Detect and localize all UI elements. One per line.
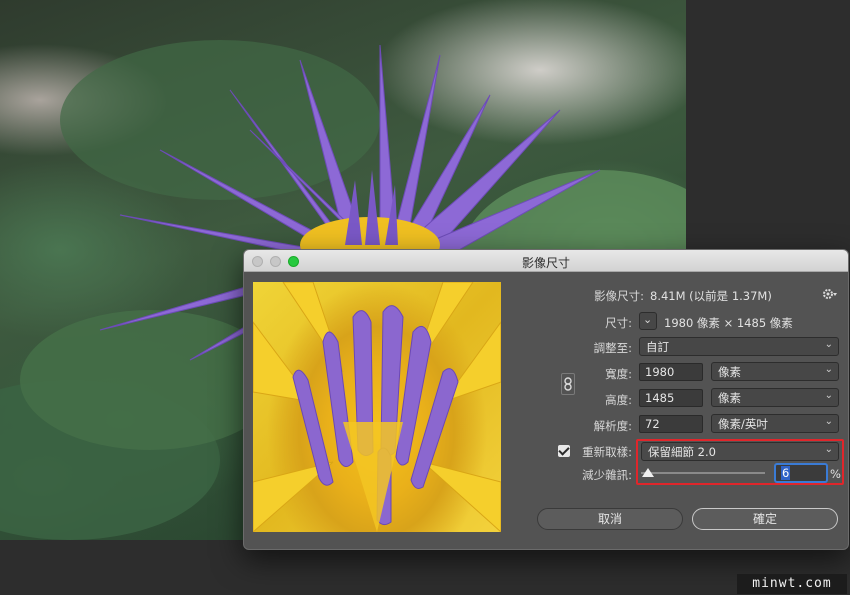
dimensions-value: 1980 像素 × 1485 像素 [664,316,793,330]
chevron-down-icon: ⌄ [824,416,833,427]
width-label: 寬度: [605,367,632,381]
cancel-button[interactable]: 取消 [537,508,683,530]
title-bar: 影像尺寸 [244,250,848,272]
resolution-label: 解析度: [593,419,632,433]
image-size-label: 影像尺寸: [594,289,644,303]
dialog-title: 影像尺寸 [521,256,570,270]
ok-button[interactable]: 確定 [692,508,838,530]
resolution-unit-select[interactable]: 像素/英吋 ⌄ [711,414,839,433]
width-unit-value: 像素 [718,365,741,379]
chevron-down-icon: ⌄ [824,390,833,401]
reduce-noise-label: 減少雜訊: [582,468,632,482]
resolution-unit-value: 像素/英吋 [718,417,768,431]
fit-to-select-value: 自訂 [646,340,669,354]
resample-label: 重新取樣: [582,445,632,459]
fit-to-select[interactable]: 自訂 ⌄ [639,337,839,356]
dimensions-units-toggle[interactable]: ⌄ [639,312,657,330]
gear-icon[interactable] [822,286,838,300]
annotation-highlight-box [636,439,844,485]
chevron-down-icon: ⌄ [643,313,653,326]
height-label: 高度: [605,393,632,407]
width-input[interactable]: 1980 [639,363,703,381]
image-size-value: 8.41M (以前是 1.37M) [650,289,772,303]
image-preview[interactable] [253,282,501,532]
resolution-input[interactable]: 72 [639,415,703,433]
dimensions-label: 尺寸: [605,316,632,330]
height-input[interactable]: 1485 [639,389,703,407]
height-unit-value: 像素 [718,391,741,405]
fit-to-label: 調整至: [593,341,632,355]
chevron-down-icon: ⌄ [824,364,833,375]
height-unit-select[interactable]: 像素 ⌄ [711,388,839,407]
width-unit-select[interactable]: 像素 ⌄ [711,362,839,381]
watermark: minwt.com [737,574,847,594]
link-icon [564,377,572,391]
lotus-closeup-image [253,282,501,532]
image-size-dialog: 影像尺寸 影像尺寸: 8.41M (以前是 1.37M) 尺寸: ⌄ 1980 … [243,249,849,550]
chevron-down-icon: ⌄ [824,339,833,350]
constrain-proportions-link[interactable] [561,373,575,395]
